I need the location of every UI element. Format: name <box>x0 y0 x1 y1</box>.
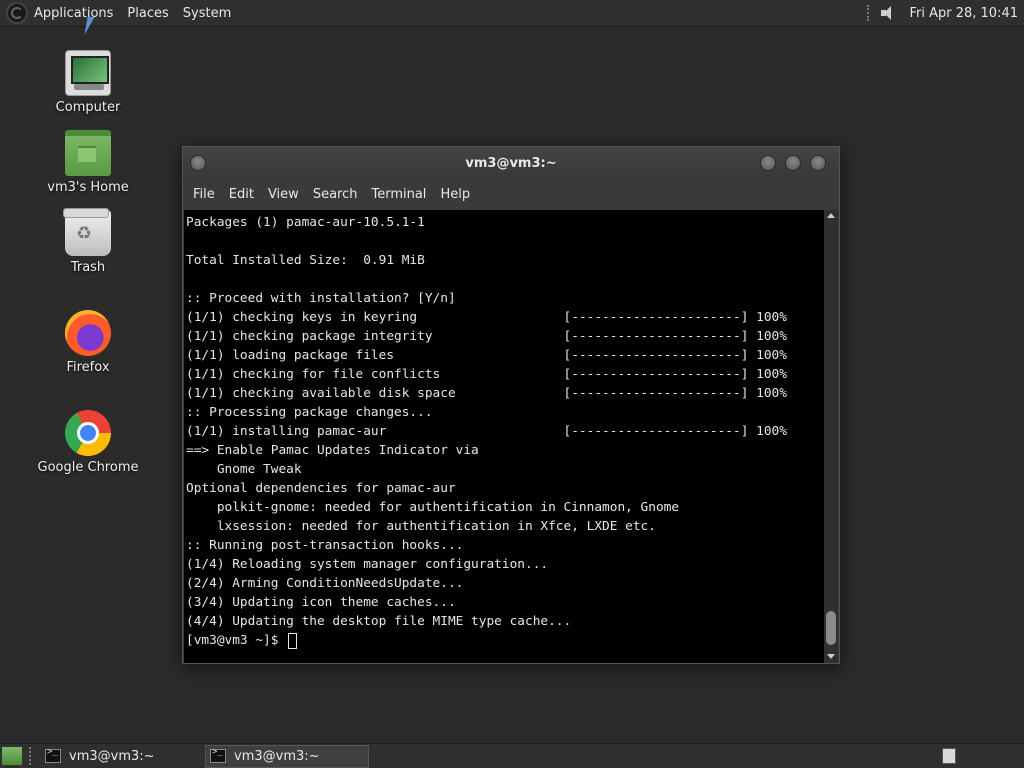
terminal-line: Optional dependencies for pamac-aur <box>186 481 456 496</box>
window-title: vm3@vm3:~ <box>465 155 557 171</box>
terminal-line: lxsession: needed for authentification i… <box>186 519 656 534</box>
mate-logo-icon[interactable] <box>6 2 28 24</box>
terminal-prompt: [vm3@vm3 ~]$ <box>186 633 287 648</box>
desktop-icon-firefox[interactable]: Firefox <box>33 310 143 375</box>
computer-icon <box>65 50 111 96</box>
menu-system[interactable]: System <box>176 6 238 21</box>
desktop-icon-trash[interactable]: Trash <box>33 208 143 275</box>
menu-file[interactable]: File <box>186 187 222 202</box>
terminal-line: :: Proceed with installation? [Y/n] <box>186 291 456 306</box>
firefox-icon <box>65 310 111 356</box>
maximize-button[interactable] <box>785 155 801 171</box>
home-folder-icon <box>65 130 111 176</box>
desktop-icon-computer[interactable]: Computer <box>33 50 143 115</box>
taskbar-item-label: vm3@vm3:~ <box>234 748 320 764</box>
terminal-line: :: Running post-transaction hooks... <box>186 538 464 553</box>
desktop-icon-label: Computer <box>55 100 121 115</box>
terminal-line: (1/1) loading package files [-----------… <box>186 348 787 363</box>
terminal-line: (3/4) Updating icon theme caches... <box>186 595 456 610</box>
terminal-icon <box>210 747 226 763</box>
show-desktop-button[interactable] <box>1 746 23 766</box>
text-cursor <box>288 632 298 649</box>
taskbar-item-label: vm3@vm3:~ <box>69 748 155 764</box>
terminal-line: Packages (1) pamac-aur-10.5.1-1 <box>186 215 425 230</box>
terminal-line: (1/1) checking for file conflicts [-----… <box>186 367 787 382</box>
clock[interactable]: Fri Apr 28, 10:41 <box>909 6 1018 21</box>
terminal-line: (1/1) checking available disk space [---… <box>186 386 787 401</box>
desktop-icon-label: Firefox <box>66 360 110 375</box>
workspace-switcher[interactable] <box>942 748 956 764</box>
taskbar-handle[interactable] <box>29 747 35 765</box>
terminal-line: polkit-gnome: needed for authentificatio… <box>186 500 680 515</box>
desktop-icon-home[interactable]: vm3's Home <box>33 130 143 195</box>
terminal-prompt-line[interactable]: [vm3@vm3 ~]$ <box>186 631 826 650</box>
terminal-output[interactable]: Packages (1) pamac-aur-10.5.1-1 Total In… <box>184 210 826 663</box>
volume-icon[interactable] <box>879 5 901 21</box>
close-button[interactable] <box>810 155 826 171</box>
menu-help[interactable]: Help <box>433 187 477 202</box>
trash-icon <box>63 208 111 256</box>
terminal-window: vm3@vm3:~ File Edit View Search Terminal… <box>182 146 840 664</box>
taskbar-item[interactable]: vm3@vm3:~ <box>41 745 205 768</box>
terminal-line: ==> Enable Pamac Updates Indicator via <box>186 443 479 458</box>
bottom-panel: vm3@vm3:~ vm3@vm3:~ <box>0 743 1024 768</box>
menu-view[interactable]: View <box>261 187 306 202</box>
terminal-line: (4/4) Updating the desktop file MIME typ… <box>186 614 572 629</box>
tray-handle[interactable] <box>867 5 873 21</box>
desktop-icon-chrome[interactable]: Google Chrome <box>33 410 143 475</box>
window-menu-button[interactable] <box>190 155 206 171</box>
terminal-line: Total Installed Size: 0.91 MiB <box>186 253 425 268</box>
desktop-icon-label: Trash <box>70 260 106 275</box>
terminal-line: :: Processing package changes... <box>186 405 433 420</box>
terminal-scrollbar[interactable] <box>824 210 838 663</box>
taskbar-item-active[interactable]: vm3@vm3:~ <box>205 744 369 768</box>
menu-search[interactable]: Search <box>306 187 365 202</box>
terminal-line: Gnome Tweak <box>186 462 302 477</box>
terminal-line: (1/4) Reloading system manager configura… <box>186 557 549 572</box>
terminal-line: (1/1) checking package integrity [------… <box>186 329 787 344</box>
menu-edit[interactable]: Edit <box>222 187 261 202</box>
menu-applications[interactable]: Applications <box>28 6 120 21</box>
menu-places[interactable]: Places <box>120 6 175 21</box>
scroll-down-arrow-icon[interactable] <box>827 654 835 659</box>
chrome-icon <box>65 410 111 456</box>
terminal-line: (2/4) Arming ConditionNeedsUpdate... <box>186 576 464 591</box>
minimize-button[interactable] <box>760 155 776 171</box>
terminal-line: (1/1) installing pamac-aur [------------… <box>186 424 787 439</box>
desktop-icon-label: vm3's Home <box>47 180 129 195</box>
terminal-line: (1/1) checking keys in keyring [--------… <box>186 310 787 325</box>
menu-terminal[interactable]: Terminal <box>364 187 433 202</box>
top-panel: Applications Places System Fri Apr 28, 1… <box>0 0 1024 27</box>
desktop-icon-label: Google Chrome <box>37 460 139 475</box>
scroll-up-arrow-icon[interactable] <box>827 213 835 218</box>
scrollbar-thumb[interactable] <box>826 611 836 645</box>
terminal-icon <box>45 747 61 763</box>
terminal-menubar: File Edit View Search Terminal Help <box>183 179 839 209</box>
window-titlebar[interactable]: vm3@vm3:~ <box>183 147 839 179</box>
